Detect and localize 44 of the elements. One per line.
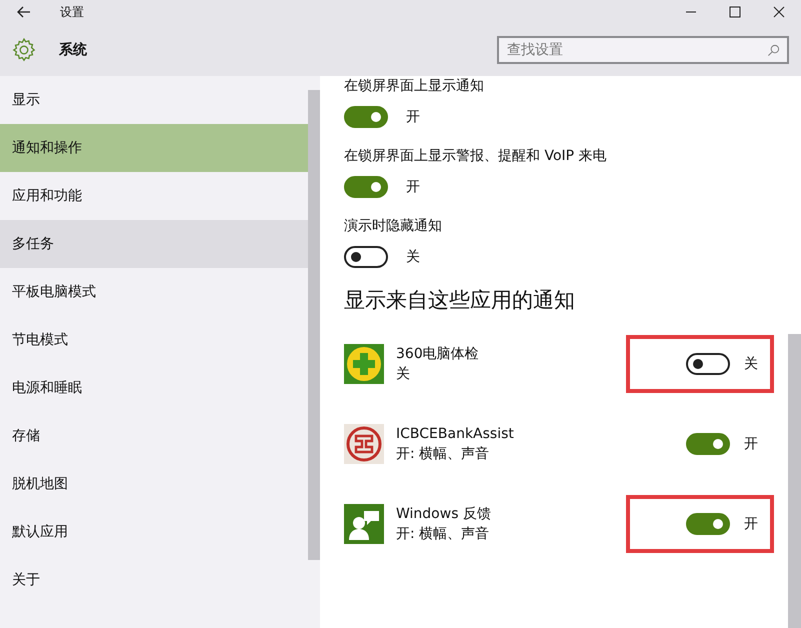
app-name: ICBCEBankAssist [396, 425, 514, 444]
sidebar-item[interactable]: 节电模式 [0, 316, 308, 364]
window-title: 设置 [60, 4, 84, 20]
sidebar-item[interactable]: 存储 [0, 412, 308, 460]
toggle-state: 关 [744, 355, 758, 373]
toggle-switch[interactable] [686, 433, 730, 455]
setting-label: 演示时隐藏通知 [344, 217, 443, 236]
toggle-switch[interactable] [686, 353, 730, 375]
search-field[interactable]: 查找设置 [497, 36, 789, 64]
gear-icon [11, 37, 37, 63]
toggle-state: 开 [744, 435, 758, 453]
setting-label: 在锁屏界面上显示警报、提醒和 VoIP 来电 [344, 147, 608, 166]
sidebar-item[interactable]: 默认应用 [0, 508, 308, 556]
app-status: 开: 横幅、声音 [396, 445, 490, 464]
toggle-switch[interactable] [344, 246, 388, 268]
app-icon [344, 344, 384, 384]
toggle-switch[interactable] [686, 513, 730, 535]
toggle-state: 开 [744, 515, 758, 533]
toggle-state: 关 [406, 248, 420, 266]
app-name: Windows 反馈 [396, 505, 491, 524]
app-status: 开: 横幅、声音 [396, 525, 490, 544]
sidebar-item[interactable]: 脱机地图 [0, 460, 308, 508]
toggle-state: 开 [406, 108, 420, 126]
sidebar-item[interactable]: 显示 [0, 76, 308, 124]
page-title: 系统 [59, 41, 87, 59]
sidebar-item[interactable]: 通知和操作 [0, 124, 308, 172]
toggle-state: 开 [406, 178, 420, 196]
sidebar-item[interactable]: 平板电脑模式 [0, 268, 308, 316]
app-status: 关 [396, 365, 411, 384]
toggle-switch[interactable] [344, 106, 388, 128]
toggle-switch[interactable] [344, 176, 388, 198]
sidebar-item[interactable]: 应用和功能 [0, 172, 308, 220]
section-heading: 显示来自这些应用的通知 [344, 287, 576, 314]
app-name: 360电脑体检 [396, 345, 479, 364]
sidebar-item[interactable]: 电源和睡眠 [0, 364, 308, 412]
sidebar-item[interactable]: 关于 [0, 556, 308, 604]
search-icon [767, 44, 780, 57]
setting-label: 在锁屏界面上显示通知 [344, 77, 485, 96]
app-icon [344, 504, 384, 544]
maximize-icon[interactable] [729, 6, 741, 18]
app-icon [344, 424, 384, 464]
close-icon[interactable] [773, 6, 785, 18]
sidebar-item[interactable]: 多任务 [0, 220, 308, 268]
back-arrow-icon[interactable] [16, 4, 32, 20]
